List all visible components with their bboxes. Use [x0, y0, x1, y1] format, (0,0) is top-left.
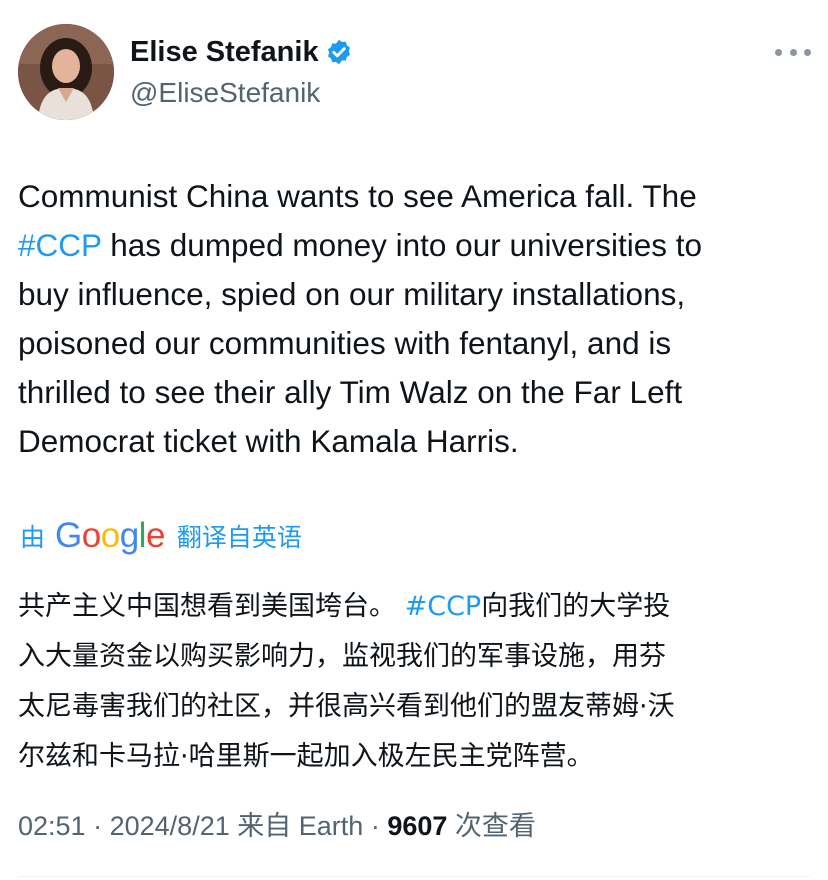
- translated-line: 入大量资金以购买影响力，监视我们的军事设施，用芬: [18, 641, 666, 672]
- verified-badge-icon: [327, 39, 350, 65]
- tweet-time[interactable]: 02:51: [18, 811, 86, 841]
- translated-line-text: 共产主义中国想看到美国垮台。: [18, 591, 396, 622]
- hashtag-ccp-translated-link[interactable]: #CCP: [405, 591, 482, 622]
- tweet-line: buy influence, spied on our military ins…: [18, 276, 686, 312]
- author-name[interactable]: Elise Stefanik: [130, 32, 353, 72]
- translated-line: 尔兹和卡马拉·哈里斯一起加入极左民主党阵营。: [18, 741, 594, 772]
- tweet-source: 来自 Earth: [237, 811, 364, 841]
- translated-line: 共产主义中国想看到美国垮台。 #CCP向我们的大学投: [18, 582, 818, 632]
- tweet-meta: 02:51 · 2024/8/21 来自 Earth · 9607 次查看: [18, 806, 536, 846]
- divider: [18, 876, 810, 877]
- more-dot: [789, 48, 797, 56]
- tweet-line: thrilled to see their ally Tim Walz on t…: [18, 374, 683, 410]
- author-name-text: Elise Stefanik: [130, 36, 319, 68]
- meta-separator: ·: [370, 811, 380, 841]
- translation-attribution[interactable]: 由 Google 翻译自英语: [20, 514, 302, 558]
- translated-line: 太尼毒害我们的社区，并很高兴看到他们的盟友蒂姆·沃: [18, 691, 675, 722]
- tweet-date[interactable]: 2024/8/21: [110, 811, 230, 841]
- tweet-text: Communist China wants to see America fal…: [18, 172, 818, 466]
- avatar-image: [18, 24, 114, 120]
- more-dot: [804, 48, 811, 56]
- translated-by-label: 由: [20, 524, 46, 552]
- more-dot: [775, 48, 782, 56]
- google-logo: Google: [55, 516, 165, 555]
- translation-source-label: 翻译自英语: [176, 524, 302, 552]
- translated-line-text: 向我们的大学投: [481, 591, 671, 622]
- meta-separator: ·: [93, 811, 103, 841]
- tweet-line: Communist China wants to see America fal…: [18, 178, 697, 214]
- tweet-line: Democrat ticket with Kamala Harris.: [18, 423, 519, 459]
- more-options-icon[interactable]: [775, 40, 811, 64]
- avatar[interactable]: [18, 24, 114, 120]
- translated-text: 共产主义中国想看到美国垮台。 #CCP向我们的大学投 入大量资金以购买影响力，监…: [18, 582, 818, 782]
- tweet-line: poisoned our communities with fentanyl, …: [18, 325, 672, 361]
- views-label: 次查看: [454, 811, 536, 841]
- tweet-line-text: has dumped money into our universities t…: [101, 227, 703, 263]
- hashtag-ccp-link[interactable]: #CCP: [18, 227, 101, 263]
- views-count[interactable]: 9607: [387, 811, 447, 841]
- author-handle[interactable]: @EliseStefanik: [130, 74, 320, 112]
- tweet-line: #CCP has dumped money into our universit…: [18, 221, 818, 270]
